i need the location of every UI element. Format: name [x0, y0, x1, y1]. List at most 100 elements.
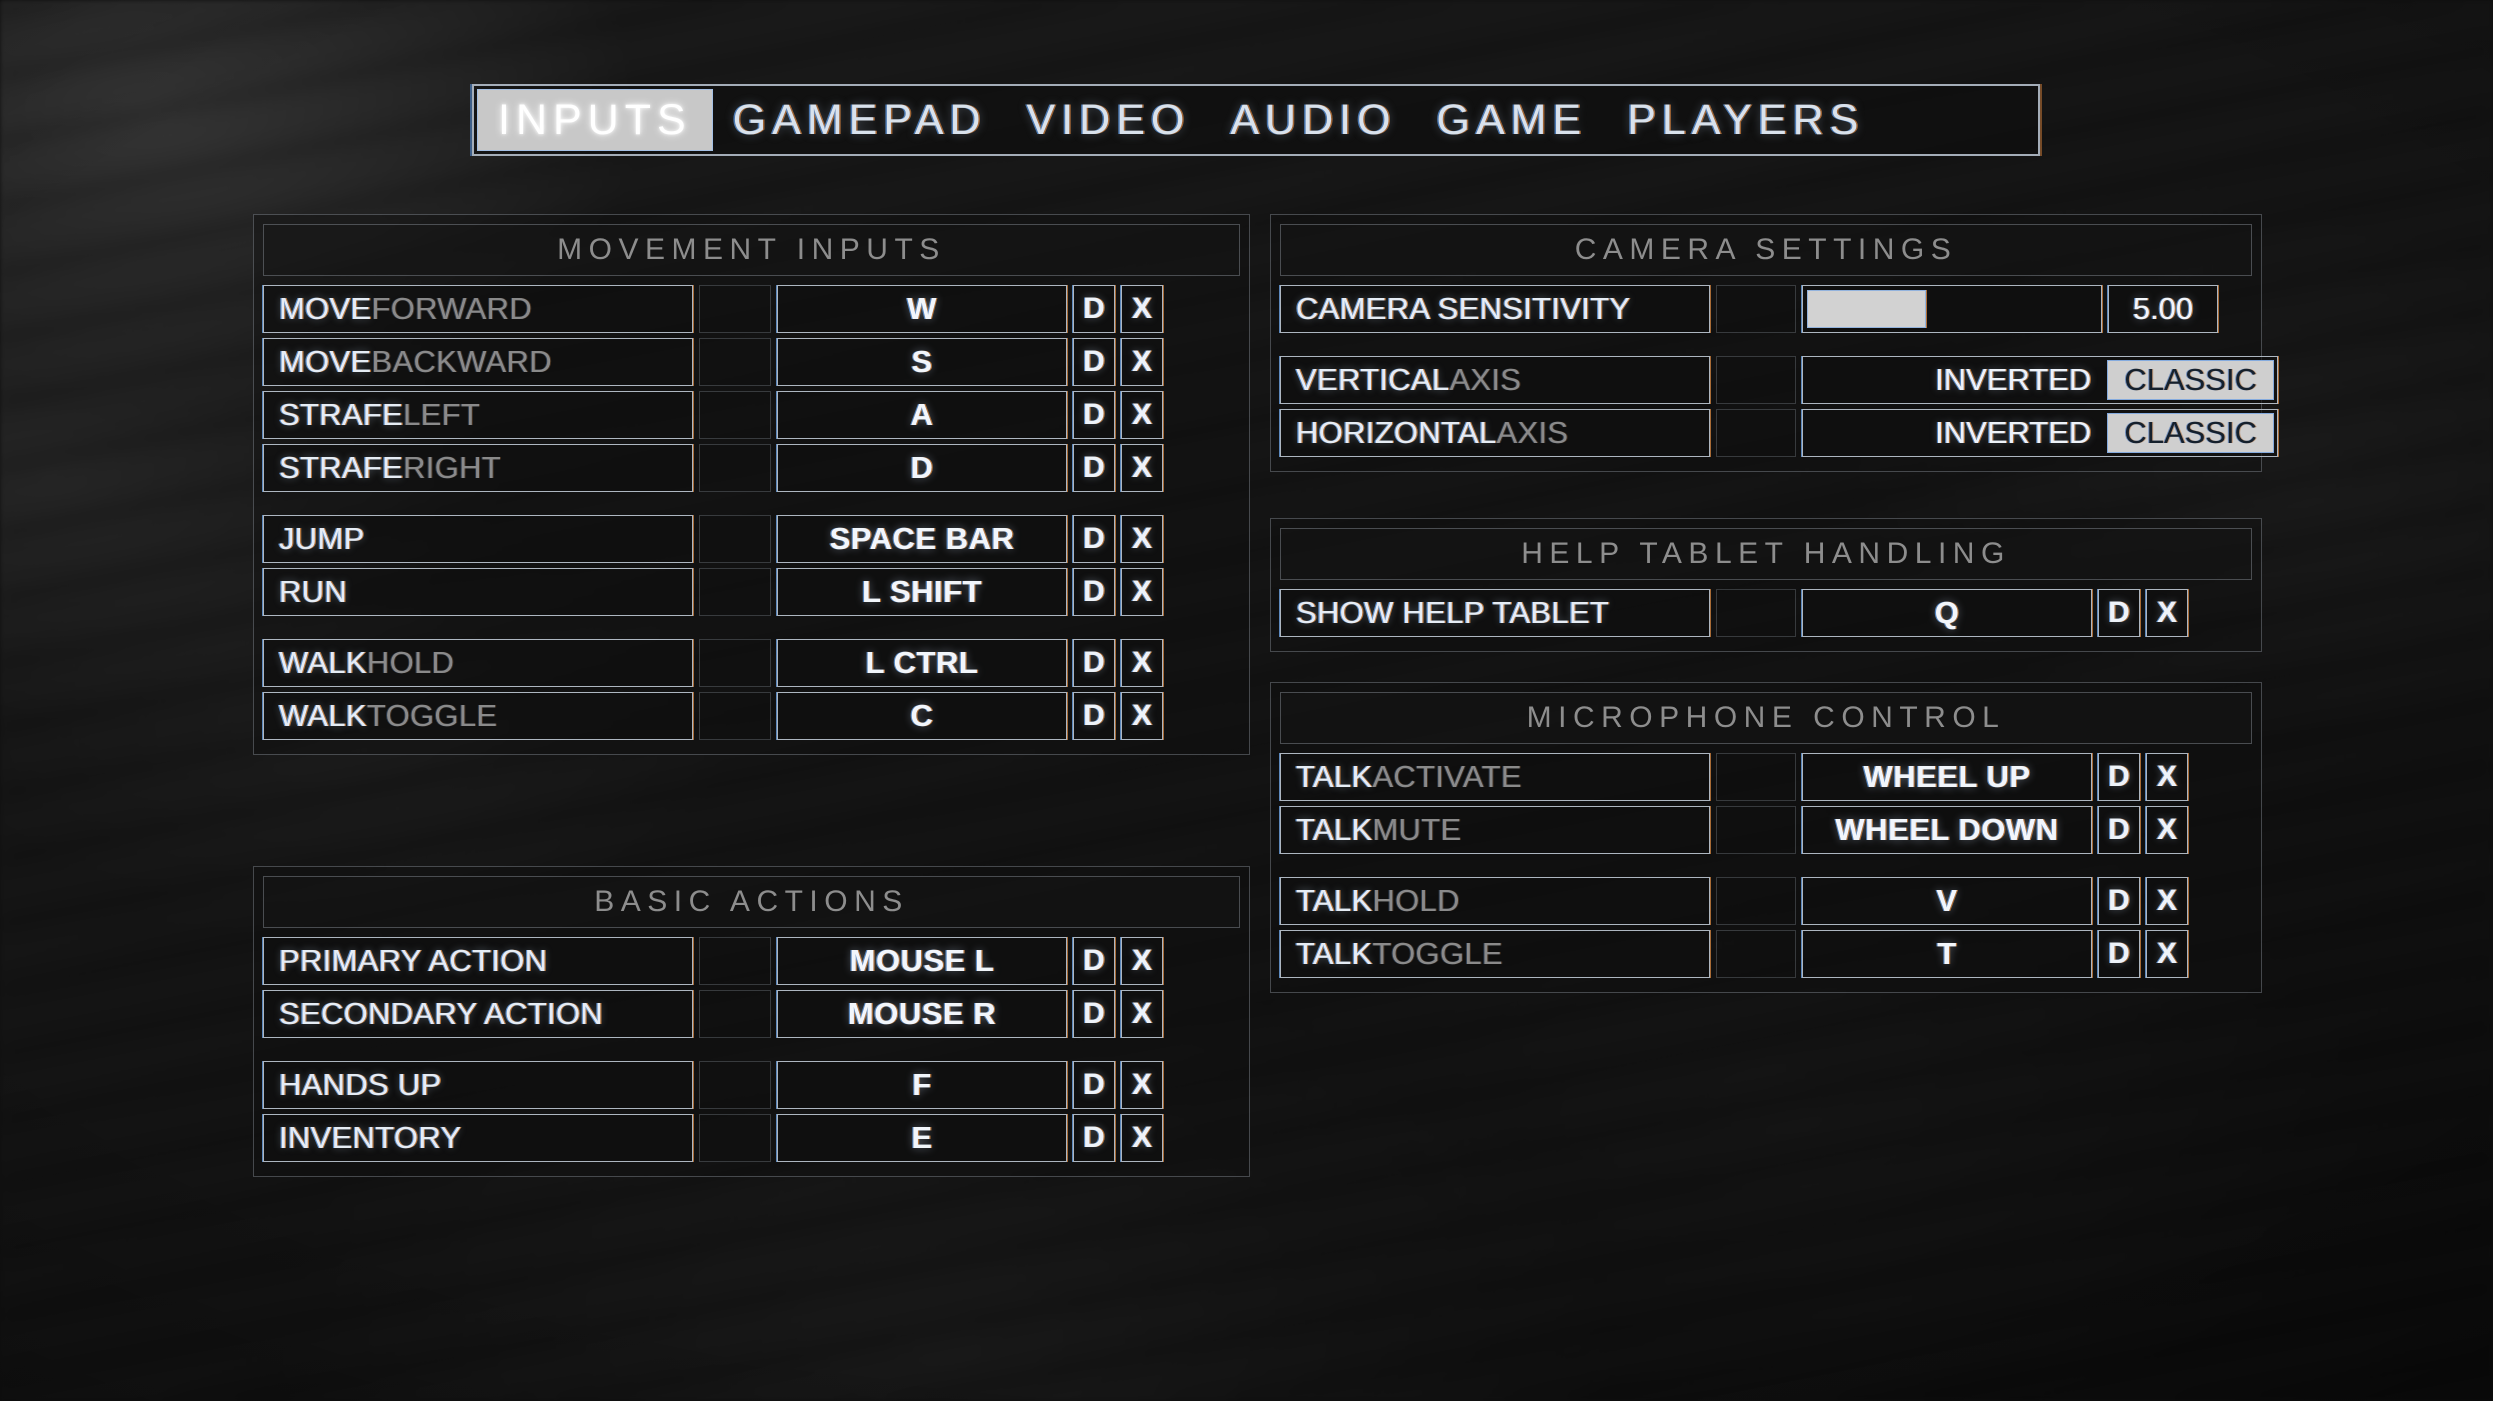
- clear-binding-button[interactable]: X: [1121, 692, 1163, 740]
- binding-label: WALK TOGGLE: [263, 692, 693, 740]
- camera-sensitivity-value: 5.00: [2108, 285, 2218, 333]
- reset-default-button[interactable]: D: [1073, 1114, 1115, 1162]
- binding-spacer-cell: [699, 338, 771, 386]
- keybind-value[interactable]: A: [777, 391, 1067, 439]
- clear-binding-button[interactable]: X: [1121, 639, 1163, 687]
- tab-gamepad[interactable]: GAMEPAD: [713, 86, 1007, 154]
- reset-default-button[interactable]: D: [1073, 639, 1115, 687]
- binding-label: PRIMARY ACTION: [263, 937, 693, 985]
- tab-players[interactable]: PLAYERS: [1607, 86, 1884, 154]
- binding-label-secondary: TOGGLE: [1372, 936, 1503, 971]
- reset-default-button[interactable]: D: [1073, 937, 1115, 985]
- keybind-value[interactable]: WHEEL UP: [1802, 753, 2092, 801]
- binding-label: TALK MUTE: [1280, 806, 1710, 854]
- tab-audio[interactable]: AUDIO: [1210, 86, 1416, 154]
- reset-default-button[interactable]: D: [2098, 753, 2140, 801]
- binding-label: JUMP: [263, 515, 693, 563]
- axis-option-inverted[interactable]: INVERTED: [1919, 360, 2107, 400]
- reset-default-button[interactable]: D: [2098, 877, 2140, 925]
- reset-default-button[interactable]: D: [1073, 391, 1115, 439]
- binding-spacer-cell: [699, 1061, 771, 1109]
- reset-default-button[interactable]: D: [1073, 990, 1115, 1038]
- clear-binding-button[interactable]: X: [2146, 930, 2188, 978]
- keybind-value[interactable]: MOUSE R: [777, 990, 1067, 1038]
- axis-option-classic[interactable]: CLASSIC: [2107, 413, 2274, 453]
- slider-fill: [1807, 290, 1926, 328]
- reset-default-button[interactable]: D: [1073, 1061, 1115, 1109]
- keybinding-row: INVENTORY E D X: [263, 1114, 1240, 1162]
- clear-binding-button[interactable]: X: [1121, 1114, 1163, 1162]
- axis-option-classic[interactable]: CLASSIC: [2107, 360, 2274, 400]
- clear-binding-button[interactable]: X: [2146, 877, 2188, 925]
- clear-binding-button[interactable]: X: [1121, 1061, 1163, 1109]
- settings-tab-bar: INPUTS GAMEPAD VIDEO AUDIO GAME PLAYERS: [472, 84, 2040, 156]
- binding-label: SECONDARY ACTION: [263, 990, 693, 1038]
- panel-title-help-tablet: HELP TABLET HANDLING: [1280, 528, 2252, 580]
- row-group-gap: [263, 497, 1240, 515]
- clear-binding-button[interactable]: X: [1121, 515, 1163, 563]
- binding-label: TALK ACTIVATE: [1280, 753, 1710, 801]
- keybind-value[interactable]: V: [1802, 877, 2092, 925]
- row-group-gap: [263, 621, 1240, 639]
- binding-label-primary: STRAFE: [279, 397, 404, 432]
- clear-binding-button[interactable]: X: [1121, 990, 1163, 1038]
- keybinding-row: MOVE BACKWARD S D X: [263, 338, 1240, 386]
- clear-binding-button[interactable]: X: [1121, 937, 1163, 985]
- rows-microphone: TALK ACTIVATE WHEEL UP D X TALK MUTE WHEEL DO…: [1280, 753, 2252, 983]
- binding-label: CAMERA SENSITIVITY: [1280, 285, 1710, 333]
- reset-default-button[interactable]: D: [1073, 692, 1115, 740]
- reset-default-button[interactable]: D: [1073, 515, 1115, 563]
- binding-spacer-cell: [699, 391, 771, 439]
- keybind-value[interactable]: D: [777, 444, 1067, 492]
- camera-sensitivity-slider[interactable]: [1802, 285, 2102, 333]
- clear-binding-button[interactable]: X: [1121, 444, 1163, 492]
- row-group-gap: [1280, 859, 2252, 877]
- tab-video[interactable]: VIDEO: [1007, 86, 1211, 154]
- clear-binding-button[interactable]: X: [2146, 589, 2188, 637]
- binding-label: MOVE BACKWARD: [263, 338, 693, 386]
- keybind-value[interactable]: E: [777, 1114, 1067, 1162]
- reset-default-button[interactable]: D: [2098, 589, 2140, 637]
- keybind-value[interactable]: WHEEL DOWN: [1802, 806, 2092, 854]
- reset-default-button[interactable]: D: [1073, 444, 1115, 492]
- keybind-value[interactable]: SPACE BAR: [777, 515, 1067, 563]
- reset-default-button[interactable]: D: [1073, 568, 1115, 616]
- keybinding-row: STRAFE RIGHT D D X: [263, 444, 1240, 492]
- panel-title-camera: CAMERA SETTINGS: [1280, 224, 2252, 276]
- rows-help-tablet: SHOW HELP TABLET Q D X: [1280, 589, 2252, 642]
- binding-label: TALK TOGGLE: [1280, 930, 1710, 978]
- keybind-value[interactable]: T: [1802, 930, 2092, 978]
- clear-binding-button[interactable]: X: [1121, 568, 1163, 616]
- binding-label-primary: HANDS UP: [279, 1067, 442, 1102]
- keybind-value[interactable]: S: [777, 338, 1067, 386]
- keybinding-row: WALK HOLD L CTRL D X: [263, 639, 1240, 687]
- axis-option-inverted[interactable]: INVERTED: [1919, 413, 2107, 453]
- camera-axis-row: HORIZONTAL AXIS INVERTED CLASSIC: [1280, 409, 2278, 457]
- binding-label: HORIZONTAL AXIS: [1280, 409, 1710, 457]
- rows-camera: CAMERA SENSITIVITY 5.00 VERTICAL AXIS INVER…: [1280, 285, 2278, 462]
- binding-label: WALK HOLD: [263, 639, 693, 687]
- reset-default-button[interactable]: D: [1073, 338, 1115, 386]
- reset-default-button[interactable]: D: [1073, 285, 1115, 333]
- binding-label-primary: TALK: [1296, 759, 1373, 794]
- keybind-value[interactable]: L CTRL: [777, 639, 1067, 687]
- reset-default-button[interactable]: D: [2098, 806, 2140, 854]
- binding-label-primary: PRIMARY ACTION: [279, 943, 548, 978]
- tab-game[interactable]: GAME: [1417, 86, 1608, 154]
- binding-label-secondary: LEFT: [403, 397, 481, 432]
- keybind-value[interactable]: C: [777, 692, 1067, 740]
- keybind-value[interactable]: MOUSE L: [777, 937, 1067, 985]
- clear-binding-button[interactable]: X: [1121, 285, 1163, 333]
- clear-binding-button[interactable]: X: [1121, 391, 1163, 439]
- settings-overlay: INPUTS GAMEPAD VIDEO AUDIO GAME PLAYERS MOVEM…: [0, 0, 2493, 1401]
- clear-binding-button[interactable]: X: [2146, 806, 2188, 854]
- keybind-value[interactable]: W: [777, 285, 1067, 333]
- tab-inputs[interactable]: INPUTS: [477, 89, 713, 151]
- keybind-value[interactable]: Q: [1802, 589, 2092, 637]
- keybind-value[interactable]: F: [777, 1061, 1067, 1109]
- binding-label-secondary: RIGHT: [403, 450, 502, 485]
- reset-default-button[interactable]: D: [2098, 930, 2140, 978]
- clear-binding-button[interactable]: X: [2146, 753, 2188, 801]
- clear-binding-button[interactable]: X: [1121, 338, 1163, 386]
- keybind-value[interactable]: L SHIFT: [777, 568, 1067, 616]
